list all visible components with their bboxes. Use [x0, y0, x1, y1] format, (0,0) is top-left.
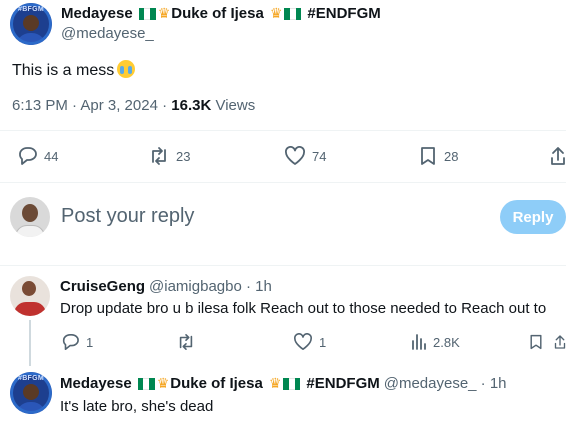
- main-tweet-avatar[interactable]: #BFGM: [10, 3, 52, 45]
- main-tweet-author[interactable]: Medayese ♛ Duke of Ijesa ♛ #ENDFGM: [61, 5, 381, 22]
- views-label: Views: [211, 97, 256, 114]
- retweet-button[interactable]: [176, 333, 196, 351]
- thread-line: [29, 320, 31, 366]
- divider: [0, 182, 566, 183]
- tweet-body-text: This is a mess: [12, 62, 115, 79]
- divider: [0, 265, 566, 266]
- like-button[interactable]: 74: [284, 146, 326, 166]
- views-count: 2.8K: [433, 334, 460, 350]
- reply-input[interactable]: Post your reply: [61, 205, 194, 228]
- bookmark-button[interactable]: [528, 333, 544, 351]
- nigeria-flag-icon: [138, 7, 156, 20]
- share-button[interactable]: [550, 146, 566, 166]
- reply-handle[interactable]: @medayese_ · 1h: [384, 375, 507, 392]
- crown-icon: ♛: [156, 375, 170, 391]
- reply-button[interactable]: 44: [16, 146, 58, 166]
- views-count: 16.3K: [171, 97, 212, 114]
- loudly-crying-face-emoji: [117, 60, 136, 78]
- like-button[interactable]: 1: [293, 333, 326, 351]
- reply-author[interactable]: Medayese ♛ Duke of Ijesa ♛ #ENDFGM @meda…: [60, 375, 507, 392]
- like-count: 74: [312, 148, 327, 164]
- reply-count: 1: [86, 334, 94, 350]
- retweet-icon: [152, 147, 166, 165]
- bookmark-button[interactable]: 28: [418, 146, 458, 166]
- share-icon: [554, 335, 566, 349]
- crown-icon: ♛: [268, 375, 282, 391]
- retweet-count: 23: [176, 148, 191, 164]
- author-display-name[interactable]: Medayese: [61, 5, 133, 22]
- divider: [0, 130, 566, 131]
- reply-icon: [62, 333, 79, 351]
- bookmark-icon: [530, 334, 542, 350]
- current-user-avatar[interactable]: [10, 197, 50, 237]
- reply-author-hashtag: #ENDFGM: [306, 375, 380, 392]
- avatar-text: #BFGM: [18, 375, 44, 382]
- nigeria-flag-icon: [284, 7, 302, 20]
- tweet-time[interactable]: 6:13 PM · Apr 3, 2024 ·: [12, 97, 171, 114]
- nigeria-flag-icon: [283, 377, 301, 390]
- reply-avatar[interactable]: [10, 276, 50, 316]
- bookmark-icon: [421, 147, 435, 165]
- share-icon: [551, 147, 565, 165]
- like-icon: [294, 333, 312, 351]
- tweet-meta: 6:13 PM · Apr 3, 2024 · 16.3K Views: [12, 97, 255, 114]
- author-handle[interactable]: @medayese_: [61, 25, 154, 42]
- reply-count: 44: [44, 148, 59, 164]
- author-hashtag: #ENDFGM: [307, 5, 381, 22]
- bookmark-count: 28: [444, 148, 459, 164]
- views-icon: [412, 334, 426, 350]
- reply-display-name[interactable]: Medayese: [60, 375, 132, 392]
- reply-author-title: Duke of Ijesa: [170, 375, 263, 392]
- reply-body: It's late bro, she's dead: [60, 398, 214, 415]
- author-title: Duke of Ijesa: [171, 5, 264, 22]
- like-icon: [285, 146, 305, 165]
- reply-submit-button[interactable]: Reply: [500, 200, 566, 234]
- reply-handle[interactable]: @iamigbagbo · 1h: [149, 278, 272, 295]
- reply-author[interactable]: CruiseGeng @iamigbagbo · 1h: [60, 278, 272, 295]
- views-button[interactable]: 2.8K: [411, 333, 460, 351]
- retweet-icon: [179, 333, 193, 351]
- like-count: 1: [319, 334, 327, 350]
- crown-icon: ♛: [157, 5, 171, 21]
- reply-display-name[interactable]: CruiseGeng: [60, 278, 145, 295]
- share-button[interactable]: [554, 333, 566, 351]
- reply-body: Drop update bro u b ilesa folk Reach out…: [60, 300, 547, 317]
- avatar-text: #BFGM: [18, 6, 44, 13]
- retweet-button[interactable]: 23: [148, 146, 190, 166]
- crown-icon: ♛: [269, 5, 283, 21]
- nigeria-flag-icon: [137, 377, 155, 390]
- reply-button[interactable]: 1: [60, 333, 93, 351]
- reply-icon: [19, 147, 37, 165]
- tweet-body: This is a mess: [12, 60, 136, 80]
- reply-avatar[interactable]: #BFGM: [10, 372, 52, 414]
